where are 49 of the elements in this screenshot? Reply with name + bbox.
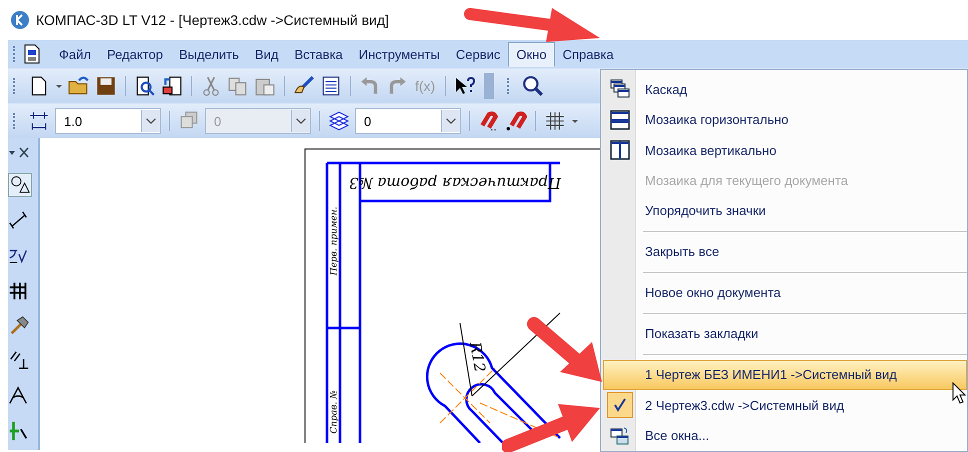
menu-item[interactable]: Вид: [246, 42, 286, 66]
window-title: КОМПАС-3D LT V12 - [Чертеж3.cdw ->Системный вид]: [36, 12, 389, 28]
cascade-icon: [610, 79, 630, 100]
open-folder-icon[interactable]: [68, 75, 90, 97]
preview-icon[interactable]: [134, 75, 156, 97]
combo-box[interactable]: 1.0: [55, 108, 161, 134]
snap-step-icon[interactable]: [28, 110, 50, 132]
layers-icon[interactable]: [328, 110, 350, 132]
select-icon[interactable]: [8, 420, 30, 442]
menu-item[interactable]: Окно: [508, 42, 555, 66]
document-icon[interactable]: [23, 44, 41, 64]
copy-icon[interactable]: [227, 75, 249, 97]
tile-vertical-icon: [610, 140, 630, 160]
dimension-label: R12: [466, 340, 490, 374]
zoom-icon[interactable]: [522, 75, 544, 97]
column-label: Перв. примен.: [329, 206, 340, 276]
menu-item[interactable]: Файл: [51, 42, 99, 66]
menu-option[interactable]: Показать закладки: [603, 318, 967, 350]
menu-option[interactable]: Новое окно документа: [603, 278, 967, 308]
menu-item[interactable]: Выделить: [170, 42, 247, 66]
title-block-text: Практическая работа №3: [348, 174, 562, 192]
menu-item[interactable]: Справка: [554, 42, 622, 66]
menu-option[interactable]: Закрыть все: [603, 236, 967, 268]
hammer-icon[interactable]: [8, 315, 30, 337]
menu-option[interactable]: 1 Чертеж БЕЗ ИМЕНИ1 ->Системный вид: [603, 360, 967, 390]
magnet-icon[interactable]: [478, 110, 500, 132]
menu-option[interactable]: Все окна...: [603, 420, 967, 451]
menu-item[interactable]: Редактор: [98, 42, 171, 66]
menu-item[interactable]: Сервис: [448, 42, 508, 66]
save-icon[interactable]: [95, 75, 117, 97]
menu-item[interactable]: Инструменты: [350, 42, 448, 66]
app-logo-icon: [10, 10, 30, 30]
geometry-icon[interactable]: [8, 173, 32, 197]
combo-box[interactable]: 0: [355, 108, 461, 134]
menu-option[interactable]: Мозаика вертикально: [603, 134, 967, 166]
menu-option[interactable]: 2 Чертеж3.cdw ->Системный вид: [603, 390, 967, 421]
column-label: Справ. №: [329, 390, 340, 434]
tile-horizontal-icon: [610, 110, 630, 130]
magnet-icon[interactable]: [505, 110, 527, 132]
menu-option[interactable]: Каскад: [603, 74, 967, 104]
menu-item[interactable]: Вставка: [286, 42, 351, 66]
layout-icon[interactable]: [161, 75, 183, 97]
menu-option[interactable]: Упорядочить значки: [603, 196, 967, 226]
menu-option[interactable]: Мозаика горизонтально: [603, 104, 967, 135]
help-pointer-icon[interactable]: [454, 75, 476, 97]
constraint-icon[interactable]: [8, 350, 30, 372]
windows-icon: [610, 426, 630, 446]
grid-icon[interactable]: [544, 110, 566, 132]
list-icon[interactable]: [320, 75, 342, 97]
